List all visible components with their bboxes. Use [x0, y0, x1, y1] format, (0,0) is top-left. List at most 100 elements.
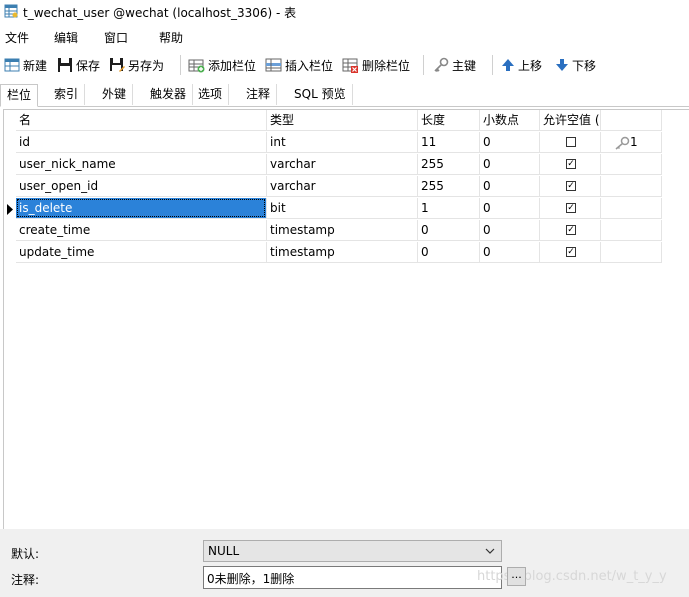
cell-name[interactable]: user_nick_name: [16, 154, 267, 175]
cell-name[interactable]: id: [16, 132, 267, 153]
cell-length[interactable]: 0: [418, 242, 480, 263]
menu-edit[interactable]: 编辑: [54, 29, 78, 46]
cell-decimals[interactable]: 0: [480, 176, 540, 197]
key-order: 1: [630, 135, 638, 149]
cell-type[interactable]: int: [267, 132, 418, 153]
chevron-down-icon: [485, 548, 495, 554]
cell-nullable[interactable]: ✓: [540, 198, 601, 219]
nullable-checkbox[interactable]: ✓: [566, 181, 576, 191]
cell-decimals[interactable]: 0: [480, 132, 540, 153]
cell-name[interactable]: create_time: [16, 220, 267, 241]
column-header-name[interactable]: 名: [16, 110, 267, 131]
cell-nullable[interactable]: ✓: [540, 176, 601, 197]
move-up-label: 上移: [518, 58, 543, 73]
cell-name-selected[interactable]: is_delete: [16, 198, 267, 219]
title-bar: t_wechat_user @wechat (localhost_3306) -…: [0, 0, 689, 23]
nullable-checkbox[interactable]: ✓: [566, 247, 576, 257]
cell-length[interactable]: 11: [418, 132, 480, 153]
nullable-checkbox[interactable]: ✓: [566, 225, 576, 235]
watermark: https://blog.csdn.net/w_t_y_y: [477, 569, 667, 584]
new-button[interactable]: 新建: [4, 54, 47, 76]
menu-help[interactable]: 帮助: [159, 29, 183, 46]
comment-value: 0未删除，1删除: [207, 572, 295, 586]
comment-label: 注释:: [11, 573, 40, 587]
toolbar-separator: [492, 55, 493, 75]
column-header-length[interactable]: 长度: [418, 110, 480, 131]
tab-options[interactable]: 选项: [192, 84, 230, 105]
save-as-label: 另存为: [128, 58, 165, 73]
cell-type[interactable]: bit: [267, 198, 418, 219]
tab-sql-preview[interactable]: SQL 预览: [288, 84, 353, 105]
cell-name[interactable]: update_time: [16, 242, 267, 263]
arrow-up-icon: [502, 59, 514, 71]
delete-field-button[interactable]: 删除栏位: [342, 54, 410, 76]
key-icon: [615, 136, 630, 150]
move-down-button[interactable]: 下移: [555, 54, 596, 76]
fields-grid: 名 类型 长度 小数点 允许空值 ( id int 11 0 1 user_ni…: [3, 109, 689, 530]
cell-key: [601, 220, 662, 241]
nullable-checkbox[interactable]: ✓: [566, 159, 576, 169]
default-select[interactable]: NULL: [203, 540, 502, 562]
cell-key: [601, 176, 662, 197]
tab-triggers[interactable]: 触发器: [144, 84, 194, 105]
insert-field-label: 插入栏位: [285, 58, 334, 73]
primary-key-label: 主键: [452, 58, 477, 73]
cell-nullable[interactable]: [540, 132, 601, 153]
save-button[interactable]: 保存: [57, 54, 100, 76]
tab-indexes[interactable]: 索引: [48, 84, 86, 105]
column-header-key[interactable]: [601, 110, 662, 131]
primary-key-button[interactable]: 主键: [433, 54, 476, 76]
tab-comment[interactable]: 注释: [240, 84, 278, 105]
move-down-label: 下移: [572, 58, 597, 73]
default-value: NULL: [208, 544, 240, 558]
column-header-nullable[interactable]: 允许空值 (: [540, 110, 601, 131]
save-as-icon: [110, 58, 125, 72]
selected-name-text[interactable]: is_delete: [16, 198, 266, 218]
menu-file[interactable]: 文件: [5, 29, 29, 46]
comment-edit-button[interactable]: ...: [507, 567, 526, 586]
toolbar-separator: [180, 55, 181, 75]
cell-decimals[interactable]: 0: [480, 242, 540, 263]
cell-decimals[interactable]: 0: [480, 198, 540, 219]
cell-length[interactable]: 1: [418, 198, 480, 219]
toolbar: 新建 保存 另存为 添加栏位 插入栏位 删除栏位 主键 上移 下移: [0, 51, 689, 79]
menu-bar: 文件 编辑 窗口 帮助: [0, 25, 689, 47]
move-up-button[interactable]: 上移: [501, 54, 542, 76]
nullable-checkbox[interactable]: [566, 137, 576, 147]
column-header-type[interactable]: 类型: [267, 110, 418, 131]
cell-decimals[interactable]: 0: [480, 154, 540, 175]
add-field-button[interactable]: 添加栏位: [188, 54, 256, 76]
cell-key: 1: [601, 132, 662, 153]
cell-decimals[interactable]: 0: [480, 220, 540, 241]
cell-length[interactable]: 0: [418, 220, 480, 241]
tab-bar: 栏位 索引 外键 触发器 选项 注释 SQL 预览: [0, 84, 689, 107]
tab-foreign-keys[interactable]: 外键: [96, 84, 134, 105]
delete-field-icon: [342, 58, 358, 73]
cell-length[interactable]: 255: [418, 176, 480, 197]
cell-type[interactable]: timestamp: [267, 220, 418, 241]
save-as-button[interactable]: 另存为: [109, 54, 164, 76]
cell-type[interactable]: timestamp: [267, 242, 418, 263]
nullable-checkbox[interactable]: ✓: [566, 203, 576, 213]
cell-key: [601, 198, 662, 219]
insert-field-button[interactable]: 插入栏位: [265, 54, 333, 76]
cell-nullable[interactable]: ✓: [540, 220, 601, 241]
add-field-label: 添加栏位: [208, 58, 257, 73]
row-pointer-icon: [7, 204, 13, 215]
cell-name[interactable]: user_open_id: [16, 176, 267, 197]
cell-key: [601, 154, 662, 175]
cell-nullable[interactable]: ✓: [540, 242, 601, 263]
column-header-decimals[interactable]: 小数点: [480, 110, 540, 131]
new-icon: [4, 58, 20, 72]
tab-fields[interactable]: 栏位: [0, 84, 39, 107]
cell-type[interactable]: varchar: [267, 176, 418, 197]
delete-field-label: 删除栏位: [362, 58, 411, 73]
comment-field[interactable]: 0未删除，1删除: [203, 566, 502, 589]
cell-nullable[interactable]: ✓: [540, 154, 601, 175]
cell-length[interactable]: 255: [418, 154, 480, 175]
arrow-down-icon: [556, 59, 568, 71]
cell-type[interactable]: varchar: [267, 154, 418, 175]
new-label: 新建: [23, 58, 48, 73]
menu-window[interactable]: 窗口: [104, 29, 128, 46]
save-icon: [58, 58, 72, 72]
